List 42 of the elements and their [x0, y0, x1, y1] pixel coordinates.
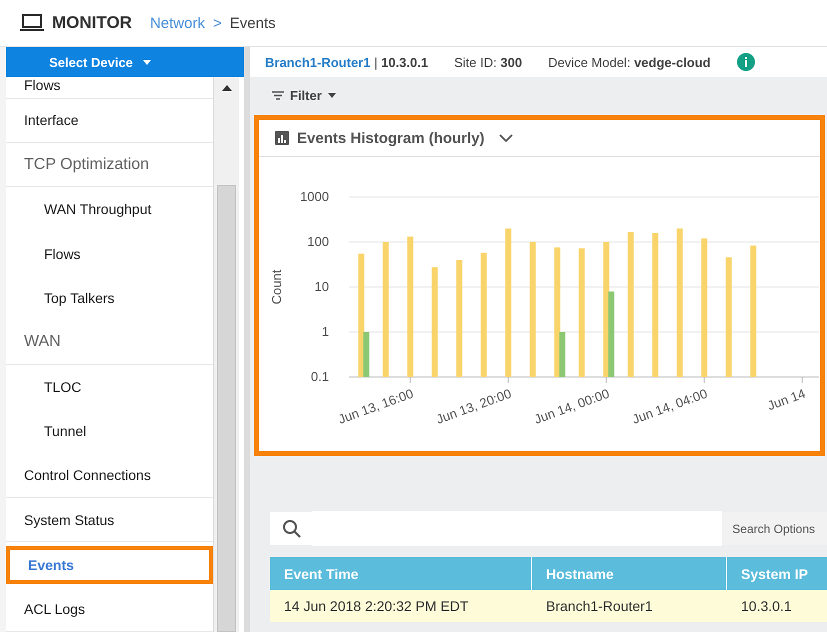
- breadcrumb-current: Events: [230, 14, 276, 32]
- laptop-icon: [20, 14, 44, 32]
- search-options-button[interactable]: Search Options: [722, 512, 827, 545]
- device-model: Device Model: vedge-cloud: [548, 54, 711, 70]
- sidebar-item[interactable]: TLOC: [6, 364, 213, 410]
- table-cell: 10.3.0.1: [727, 590, 827, 622]
- y-tick-label: 1: [322, 324, 329, 339]
- x-tick-label: Jun 13, 16:00: [336, 386, 416, 427]
- sidebar-item[interactable]: Flows: [6, 77, 213, 99]
- scrollbar-thumb[interactable]: [217, 185, 236, 632]
- sidebar-item[interactable]: Top Talkers: [6, 276, 213, 320]
- sidebar-item[interactable]: Events: [6, 546, 213, 584]
- caret-icon: [328, 92, 336, 98]
- select-device-button[interactable]: Select Device: [6, 47, 244, 77]
- scroll-up-icon[interactable]: [222, 85, 232, 91]
- table-cell: 14 Jun 2018 2:20:32 PM EDT: [270, 590, 532, 622]
- x-tick-label: Jun 14, 04:00: [630, 386, 710, 427]
- bar-chart-icon: [275, 131, 289, 145]
- breadcrumb-separator: >: [212, 14, 222, 32]
- sidebar-item[interactable]: WAN Throughput: [6, 187, 213, 232]
- filter-icon: [272, 90, 284, 100]
- table-cell: Branch1-Router1: [532, 590, 727, 622]
- search-icon: [282, 518, 302, 538]
- caret-icon: [142, 60, 151, 64]
- page-title: MONITOR: [52, 13, 132, 33]
- y-axis-label: Count: [269, 270, 284, 304]
- y-tick-label: 1000: [300, 189, 329, 204]
- sidebar-item[interactable]: Flows: [6, 232, 213, 276]
- panel-title: Events Histogram (hourly): [297, 130, 485, 146]
- sidebar-item[interactable]: Tunnel: [6, 409, 213, 454]
- y-tick-label: 0.1: [310, 369, 329, 384]
- info-icon[interactable]: [736, 53, 755, 71]
- x-tick-label: Jun 14, 00:00: [532, 386, 612, 427]
- filter-button[interactable]: Filter: [272, 88, 336, 102]
- y-tick-label: 10: [314, 279, 329, 294]
- device-name: Branch1-Router1 | 10.3.0.1: [265, 54, 428, 70]
- site-id: Site ID: 300: [454, 54, 522, 70]
- x-tick-label: Jun 14: [765, 386, 808, 414]
- chevron-down-icon[interactable]: [498, 134, 513, 142]
- y-tick-label: 100: [307, 234, 329, 249]
- x-tick-label: Jun 13, 20:00: [434, 386, 514, 427]
- search-field[interactable]: Search Options: [270, 512, 827, 545]
